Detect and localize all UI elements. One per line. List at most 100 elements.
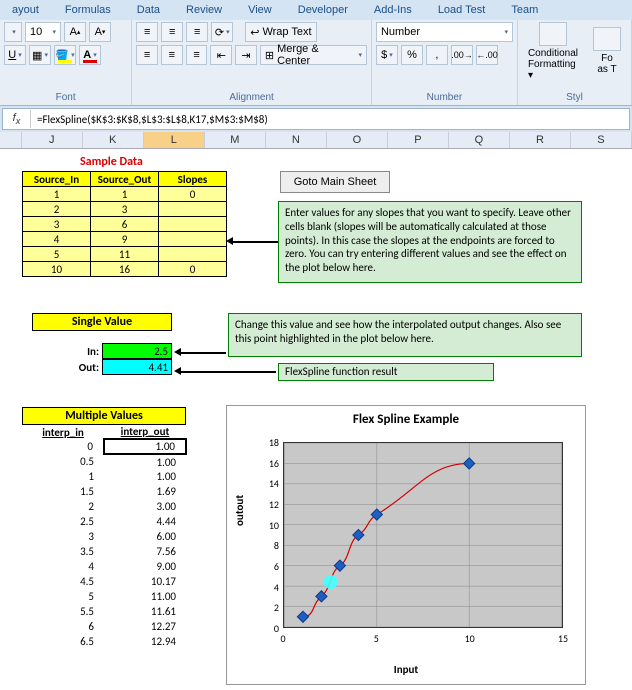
conditional-formatting-btn[interactable]: ConditionalFormatting ▾ — [522, 20, 584, 83]
tab-formulas[interactable]: Formulas — [61, 2, 115, 18]
table-cell[interactable]: 1.69 — [104, 484, 186, 499]
goto-main-sheet-button[interactable]: Goto Main Sheet — [280, 171, 390, 193]
grow-font-btn[interactable]: A▴ — [64, 22, 86, 42]
table-cell[interactable]: 1 — [22, 469, 104, 484]
dec-indent-btn[interactable]: ⇤ — [210, 45, 232, 65]
table-cell[interactable]: 5 — [23, 247, 91, 262]
table-cell[interactable]: 5 — [22, 589, 104, 604]
tab-loadtest[interactable]: Load Test — [434, 2, 490, 18]
worksheet[interactable]: Sample Data Source_In Source_Out Slopes … — [0, 149, 632, 690]
table-cell[interactable]: 3 — [91, 202, 159, 217]
table-cell[interactable]: 1.00 — [104, 469, 186, 484]
table-cell[interactable]: 3.5 — [22, 544, 104, 559]
borders-btn[interactable]: ▦ — [29, 45, 51, 65]
align-right-btn[interactable]: ≡ — [186, 45, 208, 65]
table-cell[interactable]: 0 — [159, 262, 227, 277]
fill-color-btn[interactable]: 🪣 — [54, 45, 76, 65]
font-size[interactable]: 10▾ — [25, 22, 61, 42]
table-cell[interactable]: 9 — [91, 232, 159, 247]
table-cell[interactable]: 4 — [23, 232, 91, 247]
table-cell[interactable]: 1.5 — [22, 484, 104, 499]
fx-icon[interactable]: fx — [3, 110, 31, 128]
col-o[interactable]: O — [327, 132, 388, 148]
col-n[interactable]: N — [266, 132, 327, 148]
table-cell[interactable]: 0 — [159, 187, 227, 202]
table-cell[interactable] — [159, 217, 227, 232]
tab-team[interactable]: Team — [507, 2, 542, 18]
comma-btn[interactable]: , — [426, 45, 448, 65]
table-cell[interactable]: 0.5 — [22, 454, 104, 469]
flex-spline-chart: Flex Spline Example outout Input 0246810… — [226, 405, 586, 685]
table-cell[interactable]: 12.94 — [104, 634, 186, 649]
table-cell[interactable]: 6 — [22, 619, 104, 634]
orientation-btn[interactable]: ⟳ — [211, 22, 233, 42]
table-cell[interactable]: 1.00 — [104, 454, 186, 469]
table-cell[interactable]: 0 — [22, 439, 104, 454]
table-cell[interactable]: 5.5 — [22, 604, 104, 619]
table-cell[interactable]: 16 — [91, 262, 159, 277]
percent-btn[interactable]: % — [401, 45, 423, 65]
col-r[interactable]: R — [510, 132, 571, 148]
table-cell[interactable]: 3 — [22, 529, 104, 544]
col-k[interactable]: K — [83, 132, 144, 148]
table-cell[interactable]: 9.00 — [104, 559, 186, 574]
table-cell[interactable]: 2 — [23, 202, 91, 217]
shrink-font-btn[interactable]: A▾ — [89, 22, 111, 42]
inc-decimal-btn[interactable]: .00→ — [451, 45, 473, 65]
col-s[interactable]: S — [571, 132, 632, 148]
table-cell[interactable]: 2 — [22, 499, 104, 514]
col-j[interactable]: J — [22, 132, 83, 148]
align-middle-btn[interactable]: ≡ — [161, 22, 183, 42]
in-value-cell[interactable]: 2.5 — [102, 343, 172, 359]
table-cell[interactable]: 1 — [91, 187, 159, 202]
table-cell[interactable]: 3 — [23, 217, 91, 232]
table-cell[interactable]: 2.5 — [22, 514, 104, 529]
table-cell[interactable]: 4.5 — [22, 574, 104, 589]
table-cell[interactable]: 4 — [22, 559, 104, 574]
inc-indent-btn[interactable]: ⇥ — [235, 45, 257, 65]
table-cell[interactable]: 11.00 — [104, 589, 186, 604]
tab-developer[interactable]: Developer — [294, 2, 352, 18]
table-cell[interactable] — [159, 202, 227, 217]
col-l[interactable]: L — [144, 132, 205, 148]
slopes-note: Enter values for any slopes that you wan… — [278, 201, 582, 283]
table-cell[interactable]: 11 — [91, 247, 159, 262]
table-cell[interactable]: 11.61 — [104, 604, 186, 619]
table-cell[interactable]: 1.00 — [104, 439, 186, 454]
number-format-dd[interactable]: Number▾ — [376, 22, 513, 42]
col-q[interactable]: Q — [449, 132, 510, 148]
wrap-text-btn[interactable]: ↩Wrap Text — [245, 22, 316, 42]
table-cell[interactable]: 6.00 — [104, 529, 186, 544]
table-cell[interactable]: 10 — [23, 262, 91, 277]
font-family-dd[interactable] — [4, 22, 22, 42]
table-cell[interactable] — [159, 247, 227, 262]
merge-center-btn[interactable]: ⊞Merge & Center — [260, 45, 367, 65]
tab-review[interactable]: Review — [182, 2, 226, 18]
table-cell[interactable]: 1 — [23, 187, 91, 202]
tab-view[interactable]: View — [244, 2, 276, 18]
col-m[interactable]: M — [205, 132, 266, 148]
tab-addins[interactable]: Add-Ins — [370, 2, 416, 18]
table-cell[interactable]: 10.17 — [104, 574, 186, 589]
align-left-btn[interactable]: ≡ — [136, 45, 158, 65]
align-center-btn[interactable]: ≡ — [161, 45, 183, 65]
dec-decimal-btn[interactable]: ←.00 — [476, 45, 498, 65]
table-cell[interactable]: 12.27 — [104, 619, 186, 634]
underline-btn[interactable]: U — [4, 45, 26, 65]
align-bottom-btn[interactable]: ≡ — [186, 22, 208, 42]
table-cell[interactable]: 7.56 — [104, 544, 186, 559]
table-cell[interactable] — [159, 232, 227, 247]
accounting-btn[interactable]: $ — [376, 45, 398, 65]
tab-layout[interactable]: ayout — [8, 2, 43, 18]
format-as-table-btn[interactable]: Foas T — [587, 25, 627, 77]
formula-input[interactable]: =FlexSpline($K$3:$K$8,$L$3:$L$8,K17,$M$3… — [31, 111, 629, 128]
tab-data[interactable]: Data — [133, 2, 164, 18]
font-color-btn[interactable]: A — [79, 45, 101, 65]
table-cell[interactable]: 6.5 — [22, 634, 104, 649]
table-cell[interactable]: 4.44 — [104, 514, 186, 529]
table-cell[interactable]: 6 — [91, 217, 159, 232]
align-top-btn[interactable]: ≡ — [136, 22, 158, 42]
out-label: Out: — [32, 359, 102, 375]
col-p[interactable]: P — [388, 132, 449, 148]
table-cell[interactable]: 3.00 — [104, 499, 186, 514]
